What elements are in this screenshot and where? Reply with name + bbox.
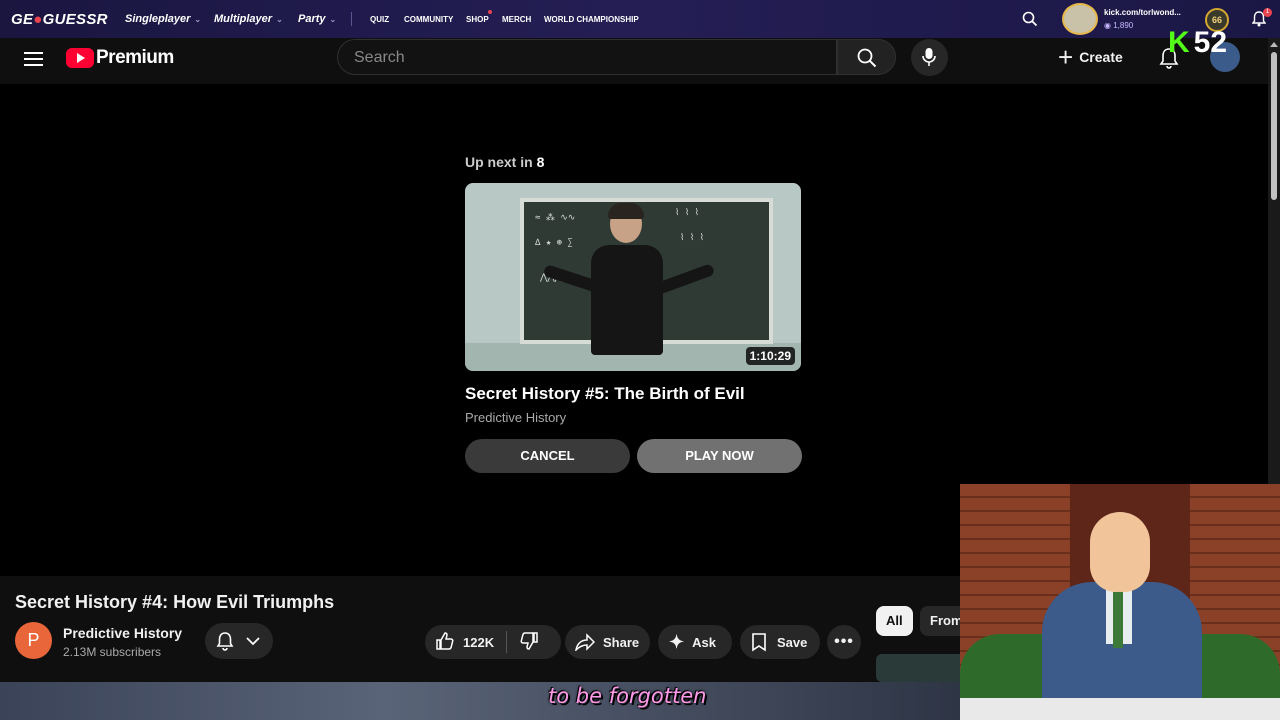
username[interactable]: kick.com/torlwond... [1104, 8, 1181, 17]
chevron-down-icon: ⌄ [276, 15, 283, 24]
microphone-icon [922, 48, 936, 66]
ask-button[interactable]: ✦ Ask [658, 625, 732, 659]
nav-quiz[interactable]: QUIZ [370, 15, 389, 24]
plus-icon: + [1058, 42, 1074, 72]
nav-singleplayer[interactable]: Singleplayer ⌄ [125, 13, 201, 25]
menu-icon[interactable] [24, 51, 43, 72]
geoguessr-logo[interactable]: GE●GUESSR [11, 11, 108, 28]
thumbnail-person [591, 245, 663, 355]
nav-shop[interactable]: SHOP [466, 15, 489, 24]
dislike-button[interactable] [519, 631, 539, 654]
search-icon [857, 48, 877, 68]
like-button[interactable] [435, 631, 455, 654]
search-input[interactable] [352, 48, 816, 68]
youtube-header: Premium +Create [0, 38, 1268, 84]
youtube-premium-logo[interactable]: Premium [66, 47, 174, 69]
kick-logo-icon: K [1168, 26, 1190, 59]
nav-merch[interactable]: MERCH [502, 15, 531, 24]
search-field[interactable] [337, 39, 837, 75]
recommended-video-thumbnail[interactable] [876, 654, 966, 682]
thumbs-up-icon [436, 631, 454, 650]
nav-party[interactable]: Party ⌄ [298, 13, 336, 25]
create-button[interactable]: + Create [1058, 39, 1123, 75]
save-button[interactable]: Save [740, 625, 820, 659]
nav-world-championship[interactable]: WORLD CHAMPIONSHIP [544, 15, 639, 24]
chalk-scribble: ⌇ ⌇ ⌇ [680, 233, 705, 243]
duration-badge: 1:10:29 [745, 347, 795, 365]
search-icon[interactable] [1022, 11, 1038, 32]
chalk-scribble: ⌇ ⌇ ⌇ [675, 208, 700, 218]
kick-viewer-count: K 52 [1168, 26, 1228, 59]
chevron-down-icon [246, 637, 260, 646]
sparkle-icon: ✦ [669, 631, 685, 652]
play-now-button[interactable]: PLAY NOW [637, 439, 802, 473]
notification-badge: 1 [1263, 8, 1272, 17]
xp-counter: ◉ 1,890 [1104, 21, 1134, 30]
character-head [1090, 512, 1150, 592]
subscriber-count: 2.13M subscribers [63, 645, 162, 659]
character-tie [1113, 592, 1123, 648]
thumbnail-hair [608, 203, 644, 219]
chip-all[interactable]: All [876, 606, 913, 636]
video-title: Secret History #4: How Evil Triumphs [15, 592, 335, 612]
geoguessr-bar: GE●GUESSR Singleplayer ⌄ Multiplayer ⌄ Par… [0, 0, 1280, 38]
divider [506, 631, 508, 653]
chevron-down-icon: ⌄ [329, 15, 337, 24]
desk [960, 698, 1280, 720]
chevron-down-icon: ⌄ [194, 15, 202, 24]
cancel-button[interactable]: CANCEL [465, 439, 630, 473]
stream-background-strip [0, 682, 960, 720]
scrollbar-thumb[interactable] [1271, 52, 1277, 200]
like-dislike-pill: 122K [425, 625, 561, 659]
voice-search-button[interactable] [911, 39, 948, 76]
search-button[interactable] [837, 39, 896, 75]
share-icon [575, 633, 595, 651]
like-count: 122K [463, 634, 495, 650]
subscription-bell-button[interactable] [205, 623, 273, 659]
bookmark-icon [752, 633, 766, 652]
avatar[interactable] [1062, 3, 1098, 35]
up-next-channel[interactable]: Predictive History [465, 410, 566, 425]
nav-divider [351, 12, 352, 26]
youtube-play-icon [66, 48, 94, 68]
up-next-title[interactable]: Secret History #5: The Birth of Evil [465, 384, 745, 404]
thumbs-down-icon [520, 631, 538, 650]
shop-new-dot [488, 10, 492, 14]
nav-multiplayer[interactable]: Multiplayer ⌄ [214, 13, 283, 25]
scroll-up-arrow-icon[interactable] [1270, 42, 1278, 47]
up-next-thumbnail[interactable]: ≈ ⁂ ∿∿ ∆ ★ ⊛ ∑ ⋀⋀⋀⋀ ⌇ ⌇ ⌇ ⌇ ⌇ ⌇ 1:10:29 [465, 183, 801, 371]
channel-avatar[interactable]: P [15, 622, 52, 659]
more-actions-button[interactable]: ••• [827, 625, 861, 659]
chalk-scribble: ∆ ★ ⊛ ∑ [535, 238, 573, 248]
bell-icon [216, 632, 234, 651]
share-button[interactable]: Share [565, 625, 650, 659]
more-icon: ••• [834, 633, 854, 650]
subtitle-caption: to be forgotten [548, 684, 707, 708]
chalk-scribble: ≈ ⁂ ∿∿ [535, 213, 576, 223]
coin-icon: ◉ [1104, 21, 1111, 30]
up-next-label: Up next in 8 [465, 154, 545, 170]
channel-name[interactable]: Predictive History [63, 625, 182, 641]
streamer-webcam-overlay [960, 484, 1280, 720]
nav-community[interactable]: COMMUNITY [404, 15, 453, 24]
